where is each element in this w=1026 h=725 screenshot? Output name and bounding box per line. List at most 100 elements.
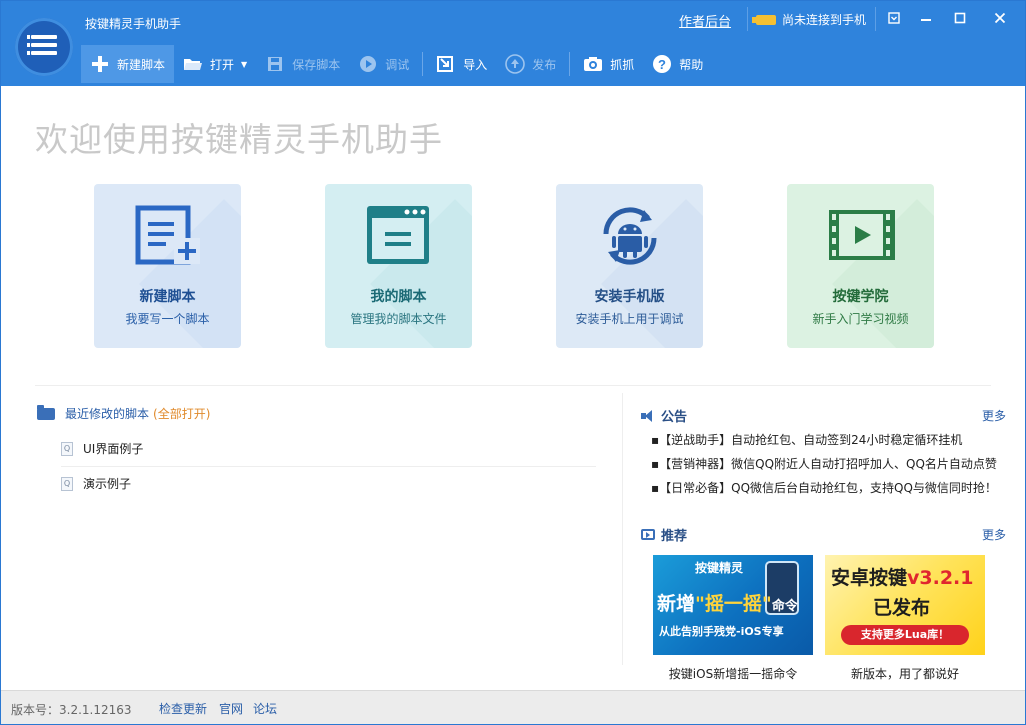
notice-header: 公告	[641, 406, 687, 425]
import-label: 导入	[463, 57, 488, 72]
open-button[interactable]: 打开 ▼	[174, 45, 256, 83]
notice-item[interactable]: ▪【逆战助手】自动抢红包、自动签到24小时稳定循环挂机	[651, 431, 962, 448]
save-script-button[interactable]: 保存脚本	[256, 45, 349, 83]
capture-button[interactable]: 抓抓	[574, 45, 643, 83]
phone-status-label: 尚未连接到手机	[782, 13, 867, 27]
banner-tagline: 从此告别手残党-iOS专享	[659, 625, 784, 638]
android-sync-icon	[596, 204, 664, 268]
toolbar-divider	[422, 52, 424, 76]
section-divider	[35, 385, 991, 386]
tile-install-mobile[interactable]: 安装手机版 安装手机上用于调试	[556, 184, 703, 348]
bullet-icon: ▪	[651, 481, 660, 495]
official-site-link[interactable]: 官网	[219, 700, 243, 717]
banner-headline: 新增"摇一摇"命令	[657, 593, 798, 615]
forum-link[interactable]: 论坛	[253, 700, 277, 717]
notice-text: 【日常必备】QQ微信后台自动抢红包，支持QQ与微信同时抢！	[659, 481, 997, 495]
maximize-icon[interactable]	[949, 9, 971, 31]
recent-script-item[interactable]: Q 演示例子	[61, 475, 131, 492]
recommend-header: 推荐	[641, 525, 687, 544]
svg-text:?: ?	[658, 57, 666, 72]
banner-brand: 按键精灵	[695, 561, 744, 575]
status-bar: 版本号：3.2.1.12163 检查更新 官网 论坛	[1, 690, 1025, 724]
debug-label: 调试	[385, 57, 410, 72]
open-all-link[interactable]: (全部打开)	[153, 405, 210, 422]
tile-subtitle: 安装手机上用于调试	[575, 312, 684, 326]
menu-logo-icon[interactable]	[15, 18, 73, 76]
notice-more-link[interactable]: 更多	[982, 407, 1006, 424]
divider	[747, 7, 748, 31]
tile-title: 安装手机版	[594, 289, 665, 305]
chevron-down-icon[interactable]: ▼	[241, 60, 247, 69]
debug-button[interactable]: 调试	[349, 45, 418, 83]
notice-item[interactable]: ▪【日常必备】QQ微信后台自动抢红包，支持QQ与微信同时抢！	[651, 479, 997, 496]
notice-text: 【逆战助手】自动抢红包、自动签到24小时稳定循环挂机	[659, 433, 963, 447]
help-icon: ?	[652, 54, 672, 74]
folder-icon	[37, 404, 55, 420]
recommend-banner-ios-shake[interactable]: 按键精灵 新增"摇一摇"命令 从此告别手残党-iOS专享	[653, 555, 813, 655]
usb-plug-icon	[752, 14, 776, 25]
script-file-icon: Q	[61, 476, 73, 491]
tile-my-scripts[interactable]: 我的脚本 管理我的脚本文件	[325, 184, 472, 348]
version-label: 版本号：3.2.1.12163	[11, 703, 132, 717]
app-title: 按键精灵手机助手	[85, 17, 182, 31]
recommend-title: 推荐	[661, 529, 688, 544]
recommend-caption[interactable]: 按键iOS新增摇一摇命令	[653, 665, 813, 682]
play-icon	[358, 54, 378, 74]
notice-item[interactable]: ▪【营销神器】微信QQ附近人自动打招呼加人、QQ名片自动点赞	[651, 455, 997, 472]
open-label: 打开	[210, 57, 235, 72]
recent-script-item[interactable]: Q UI界面例子	[61, 440, 143, 457]
plus-icon	[90, 54, 110, 74]
save-icon	[265, 54, 285, 74]
list-divider	[61, 466, 596, 467]
phone-connection-status[interactable]: 尚未连接到手机	[752, 11, 867, 28]
folder-open-icon	[183, 54, 203, 74]
help-label: 帮助	[679, 57, 704, 72]
import-icon	[436, 54, 456, 74]
tile-title: 新建脚本	[139, 289, 196, 305]
recommend-caption[interactable]: 新版本，用了都说好	[825, 665, 985, 682]
notice-title: 公告	[661, 410, 688, 425]
tile-title: 我的脚本	[370, 289, 427, 305]
recent-scripts-header: 最近修改的脚本 (全部打开)	[37, 404, 210, 422]
tile-academy[interactable]: 按键学院 新手入门学习视频	[787, 184, 934, 348]
capture-label: 抓抓	[610, 57, 635, 72]
title-bar: 按键精灵手机助手 作者后台 尚未连接到手机 新建脚本 打开 ▼ 保存脚本 调试 …	[1, 1, 1025, 86]
video-film-icon	[827, 204, 895, 268]
column-divider	[622, 393, 623, 665]
new-script-label: 新建脚本	[117, 57, 166, 72]
bullet-icon: ▪	[651, 457, 660, 471]
tile-new-script[interactable]: 新建脚本 我要写一个脚本	[94, 184, 241, 348]
check-update-link[interactable]: 检查更新	[159, 700, 207, 717]
main-toolbar: 新建脚本 打开 ▼ 保存脚本 调试 导入 发布 抓抓 ? 帮助	[81, 45, 712, 83]
new-script-button[interactable]: 新建脚本	[81, 45, 175, 83]
speaker-icon	[641, 409, 655, 422]
banner-tagline: 支持更多Lua库！	[841, 625, 969, 645]
recommend-banner-new-version[interactable]: 安卓按键v3.2.1 已发布 支持更多Lua库！	[825, 555, 985, 655]
save-script-label: 保存脚本	[292, 57, 341, 72]
app-window: 按键精灵手机助手 作者后台 尚未连接到手机 新建脚本 打开 ▼ 保存脚本 调试 …	[0, 0, 1026, 725]
import-button[interactable]: 导入	[427, 45, 496, 83]
minimize-icon[interactable]	[915, 9, 937, 31]
banner-headline: 安卓按键v3.2.1	[831, 567, 974, 589]
publish-label: 发布	[532, 57, 557, 72]
my-scripts-icon	[365, 204, 433, 268]
new-script-icon	[134, 204, 202, 268]
skin-menu-icon[interactable]	[883, 9, 905, 31]
help-button[interactable]: ? 帮助	[643, 45, 712, 83]
tile-subtitle: 新手入门学习视频	[812, 312, 909, 326]
close-icon[interactable]	[989, 9, 1011, 31]
recent-scripts-title: 最近修改的脚本	[65, 407, 150, 421]
tile-subtitle: 管理我的脚本文件	[350, 312, 447, 326]
toolbar-divider	[569, 52, 571, 76]
video-icon	[641, 529, 655, 540]
tile-title: 按键学院	[832, 289, 889, 305]
recent-script-name: 演示例子	[83, 477, 132, 491]
notice-text: 【营销神器】微信QQ附近人自动打招呼加人、QQ名片自动点赞	[659, 457, 997, 471]
recommend-more-link[interactable]: 更多	[982, 526, 1006, 543]
recent-script-name: UI界面例子	[83, 442, 144, 456]
author-backend-link[interactable]: 作者后台	[679, 11, 731, 30]
banner-subheadline: 已发布	[873, 597, 931, 619]
script-file-icon: Q	[61, 441, 73, 456]
publish-button[interactable]: 发布	[496, 45, 565, 83]
welcome-heading: 欢迎使用按键精灵手机助手	[35, 120, 443, 159]
